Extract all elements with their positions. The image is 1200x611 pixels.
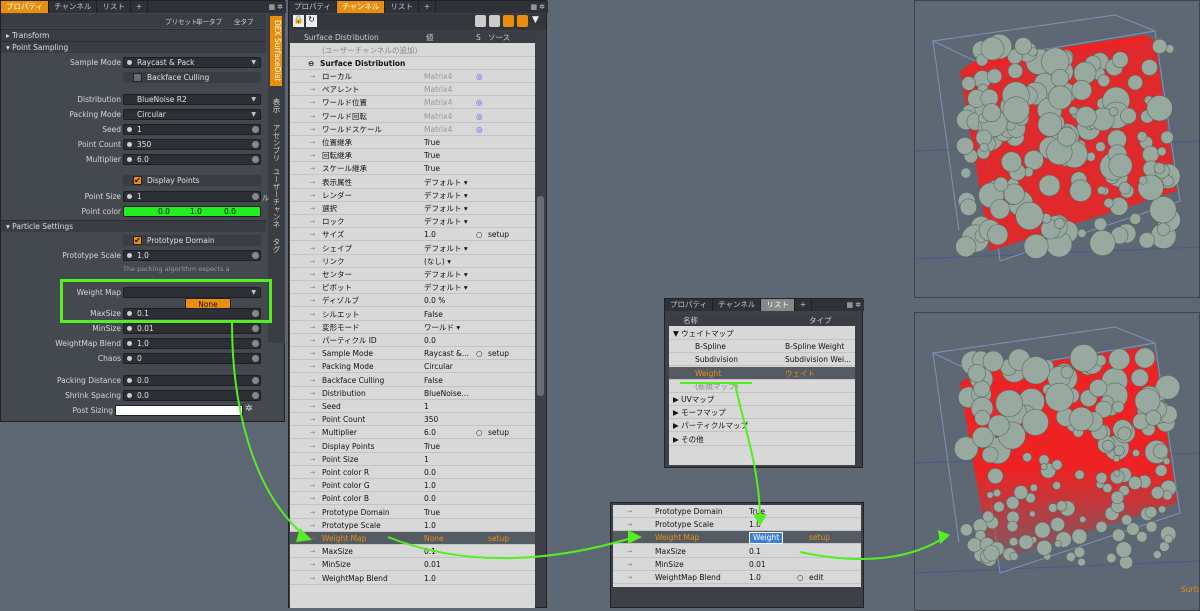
arrowhead-icon [753, 514, 767, 526]
arrowhead-icon [938, 530, 950, 544]
arrow-to-channel-weightmap [231, 322, 306, 537]
arrow-to-result-weightmap [387, 536, 636, 560]
arrow-to-viewport [799, 536, 946, 561]
arrowhead-icon [628, 530, 642, 544]
annotation-arrows [231, 322, 950, 561]
arrow-from-list-weight [734, 383, 761, 522]
